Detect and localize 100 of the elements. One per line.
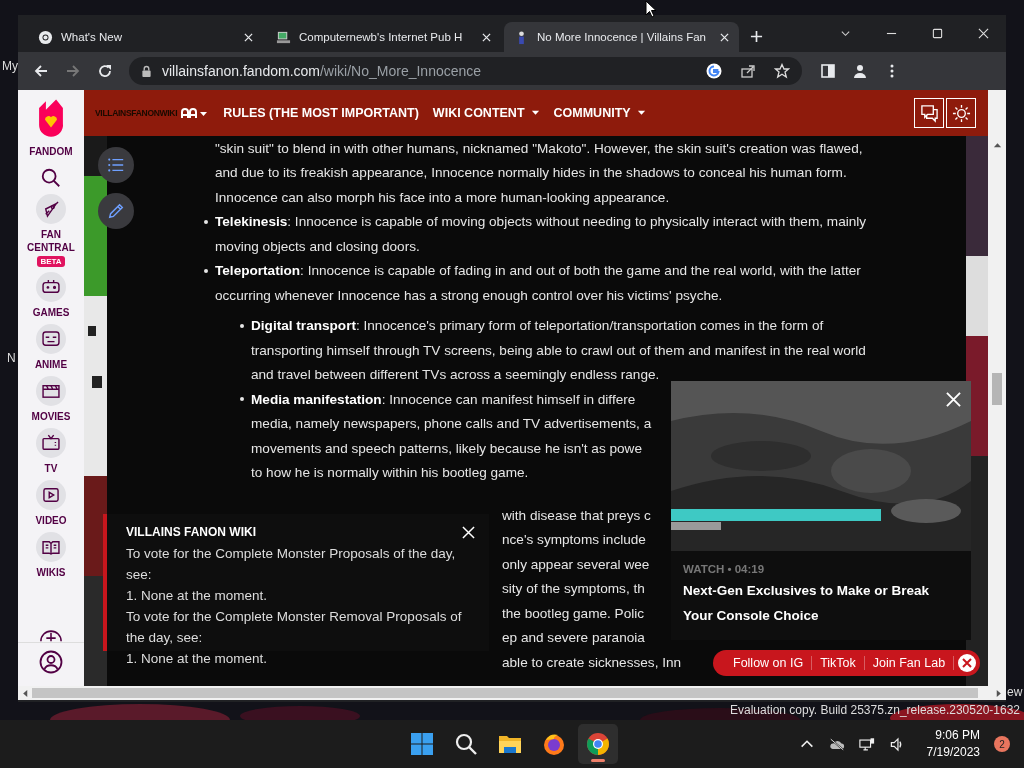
bullet-icon	[204, 219, 208, 224]
clock[interactable]: 9:06 PM 7/19/2023	[926, 727, 980, 761]
article-text: Digital transport: Innocence's primary form of teleportation/transportation comes in the form of	[251, 318, 824, 334]
article-text: moving objects and closing doors.	[215, 238, 420, 254]
scroll-left-icon[interactable]	[22, 688, 28, 698]
network-icon[interactable]	[858, 736, 875, 752]
nav-label[interactable]: TV	[21, 462, 81, 475]
nav-label[interactable]: MOVIES	[21, 410, 81, 423]
google-icon[interactable]	[706, 63, 722, 79]
fandom-wordmark[interactable]: FANDOM	[29, 145, 73, 158]
close-icon[interactable]	[244, 32, 253, 42]
article-text: and travel between different TVs across a seemingly endless range.	[251, 367, 660, 383]
notice-title: VILLAINS FANON WIKI	[126, 524, 256, 541]
article-text: media, namely newspapers, phone calls and TV advertisements, a	[251, 416, 652, 432]
bullet-icon	[240, 397, 244, 402]
star-icon[interactable]	[774, 63, 790, 79]
article-text: to how he is normally within his bootleg game.	[251, 465, 529, 481]
side-panel-icon[interactable]	[820, 63, 836, 79]
sun-icon	[951, 103, 971, 123]
notice-text: To vote for the Complete Monster Removal Proposals of the day, see:	[126, 608, 463, 647]
tv-icon[interactable]	[36, 428, 66, 458]
share-icon[interactable]	[740, 63, 756, 79]
theme-button[interactable]	[946, 98, 976, 128]
video-meta: WATCH • 04:19	[682, 562, 766, 575]
nav-menu-item[interactable]: COMMUNITY	[553, 106, 646, 120]
article-text: Telekinesis: Innocence is capable of moving objects without needing to physically interact with them, mainly	[215, 214, 867, 230]
search-icon[interactable]	[40, 167, 62, 189]
forward-icon[interactable]	[65, 63, 81, 79]
article-text: occurring whenever Innocence has a strong enough control over his victims' psyche.	[215, 287, 723, 303]
rocket-icon[interactable]	[36, 194, 66, 224]
article-text: able to create sicknesses, Inn	[502, 654, 682, 670]
gamepad-icon[interactable]	[36, 272, 66, 302]
nav-menu-item[interactable]: RULES (THE MOST IMPORTANT)	[223, 106, 419, 120]
article-text: Teleportation: Innocence is capable of fading in and out of both the game and the real world, with the latter	[215, 263, 861, 279]
nav-menu-item[interactable]: WIKI CONTENT	[432, 106, 540, 120]
social-link[interactable]: TikTok	[812, 656, 865, 670]
bullet-icon	[204, 268, 208, 273]
taskbar-app[interactable]	[578, 724, 618, 764]
scroll-thumb[interactable]	[32, 688, 978, 698]
article-text: Innocence can also morph his face into a more human-looking appearance.	[215, 189, 670, 205]
nav-label[interactable]: VIDEO	[21, 514, 81, 527]
chrome-icon	[38, 29, 53, 45]
date-text: 7/19/2023	[926, 744, 980, 761]
article-text: with disease that preys c	[502, 507, 651, 523]
wiki-menu-icon[interactable]	[181, 107, 210, 119]
article-text: movements and speech patterns, likely because he isn't as powe	[251, 440, 642, 456]
article-text: transporting himself through TV screens, being able to crawl out of them and manifest in the real world	[251, 342, 866, 358]
clapper-icon[interactable]	[36, 376, 66, 406]
horizontal-scrollbar[interactable]	[18, 686, 1006, 700]
firefox-icon	[542, 732, 566, 756]
book-icon[interactable]	[36, 532, 66, 562]
nav-label[interactable]: WIKIS	[21, 566, 81, 579]
article-text: the bootleg game. Polic	[502, 605, 645, 621]
chat-icon	[919, 103, 939, 123]
beta-badge: BETA	[37, 256, 65, 267]
windows-icon	[410, 732, 434, 756]
chevron-down-icon[interactable]	[840, 28, 851, 39]
new-tab-icon[interactable]	[750, 30, 763, 43]
browser-tab[interactable]: What's New	[28, 22, 263, 52]
article-text: and due to its freakish appearance, Innocence normally hides in the shadows to conceal his human form.	[215, 165, 847, 181]
discussions-button[interactable]	[914, 98, 944, 128]
notice-text: 1. None at the moment.	[126, 587, 269, 605]
browser-tab[interactable]: Computernewb's Internet Pub H	[266, 22, 501, 52]
nav-label[interactable]: FAN CENTRAL	[21, 228, 81, 254]
article-text: "skin suit" to blend in with other humans, nicknamed "Makoto". However, the skin suit's creation was flawed,	[215, 140, 863, 156]
face-icon[interactable]	[36, 324, 66, 354]
address-bar[interactable]: villainsfanon.fandom.com/wiki/No_More_Innocence	[129, 57, 802, 85]
article-text: nce's symptoms include	[502, 532, 646, 548]
social-link[interactable]: Join Fan Lab	[864, 656, 955, 670]
article-text: Media manifestation: Innocence can manifest himself in differe	[251, 391, 636, 407]
close-icon[interactable]	[482, 32, 491, 42]
cursor-icon	[645, 0, 657, 18]
notification-badge[interactable]: 2	[994, 736, 1010, 752]
vertical-scrollbar[interactable]	[988, 90, 1006, 686]
profile-icon[interactable]	[852, 63, 868, 79]
social-link[interactable]: Follow on IG	[725, 656, 813, 670]
desktop-icon-label: My	[2, 59, 18, 73]
play-icon[interactable]	[36, 480, 66, 510]
pencil-icon	[107, 202, 125, 220]
cloud-off-icon[interactable]	[828, 736, 845, 752]
browser-tab[interactable]: No More Innocence | Villains Fan	[504, 22, 739, 52]
close-icon[interactable]	[978, 28, 989, 39]
time-text: 9:06 PM	[935, 727, 980, 744]
scroll-right-icon[interactable]	[996, 688, 1002, 698]
maximize-icon[interactable]	[932, 28, 943, 39]
nav-label[interactable]: GAMES	[21, 306, 81, 319]
lock-icon	[141, 64, 152, 78]
notice-text: To vote for the Complete Monster Proposals of the day, see:	[126, 545, 457, 584]
desktop-icon-label: N	[7, 351, 16, 365]
nav-label[interactable]: ANIME	[21, 358, 81, 371]
article-text: sity of the symptoms, th	[502, 581, 645, 597]
bullet-icon	[240, 323, 244, 328]
video-title[interactable]: Next-Gen Exclusives to Make or Break Your Console Choice	[671, 575, 971, 628]
scroll-thumb[interactable]	[992, 373, 1002, 405]
close-icon[interactable]	[720, 32, 729, 42]
reload-icon[interactable]	[97, 63, 113, 79]
back-icon[interactable]	[33, 63, 49, 79]
computer-icon	[276, 29, 291, 45]
notice-text: 1. None at the moment.	[126, 650, 269, 668]
scroll-up-icon[interactable]	[992, 142, 1002, 148]
